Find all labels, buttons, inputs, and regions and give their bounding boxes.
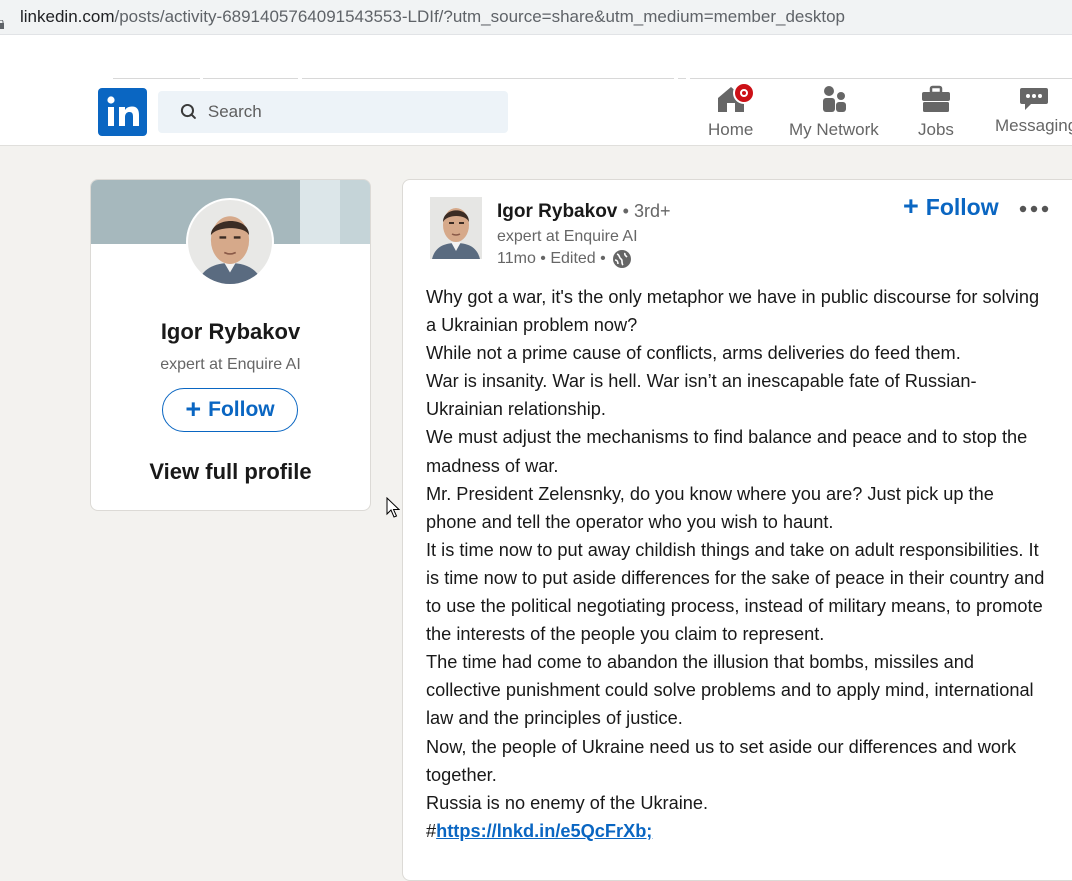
url-path: /posts/activity-6891405764091543553-LDIf… <box>114 7 846 26</box>
globe-icon <box>612 250 631 268</box>
mouse-cursor-icon <box>386 497 400 518</box>
post-link[interactable]: https://lnkd.in/e5QcFrXb; <box>436 821 652 841</box>
nav-item-label: My Network <box>789 120 879 139</box>
avatar[interactable] <box>186 198 274 286</box>
people-icon <box>818 84 850 114</box>
lock-icon <box>0 14 4 29</box>
post-meta: 11mo • Edited • <box>497 249 632 269</box>
plus-icon: + <box>903 191 919 221</box>
nav-item-label: Messaging <box>995 116 1072 135</box>
nav-item-label: Home <box>708 120 754 139</box>
follow-label: Follow <box>208 398 275 421</box>
post-paragraph: Why got a war, it's the only metaphor we… <box>426 287 1040 336</box>
post-paragraph: Now, the people of Ukraine need us to se… <box>426 736 1017 785</box>
follow-button[interactable]: + Follow <box>162 388 298 432</box>
post-link-line: #https://lnkd.in/e5QcFrXb; <box>426 817 1046 845</box>
nav-item-messaging[interactable]: Messaging <box>995 84 1072 142</box>
author-headline: expert at Enquire AI <box>497 228 638 245</box>
linkedin-logo-icon[interactable] <box>98 88 147 136</box>
link-prefix: # <box>426 820 437 841</box>
post-paragraph: War is insanity. War is hell. War isn’t … <box>426 371 977 420</box>
post-text: Why got a war, it's the only metaphor we… <box>426 283 1046 845</box>
follow-label: Follow <box>925 194 999 220</box>
profile-name[interactable]: Igor Rybakov <box>91 319 370 345</box>
post-timestamp: 11mo • Edited • <box>497 250 606 267</box>
nav-item-label: Jobs <box>918 120 954 139</box>
post-paragraph: The time had come to abandon the illusio… <box>426 652 1034 729</box>
plus-icon: + <box>185 393 202 424</box>
connection-degree: • 3rd+ <box>622 201 671 221</box>
home-icon <box>715 82 755 114</box>
url-domain: linkedin.com <box>20 7 115 26</box>
nav-item-my-network[interactable]: My Network <box>789 84 879 142</box>
author-name-line[interactable]: Igor Rybakov • 3rd+ <box>497 201 671 223</box>
search-input[interactable] <box>205 101 508 123</box>
profile-headline: expert at Enquire AI <box>160 356 301 373</box>
profile-card: Igor Rybakov expert at Enquire AI + Foll… <box>90 179 371 511</box>
post-paragraph: We must adjust the mechanisms to find ba… <box>426 427 1028 476</box>
post-paragraph: Russia is no enemy of the Ukraine. <box>426 792 709 813</box>
chat-icon <box>1019 84 1051 114</box>
author-avatar[interactable] <box>430 197 482 259</box>
nav-item-jobs[interactable]: Jobs <box>918 84 954 142</box>
post-paragraph: It is time now to put away childish thin… <box>426 539 1045 645</box>
nav-item-home[interactable]: Home <box>708 82 755 142</box>
search-box[interactable] <box>158 91 508 133</box>
page-top-strip <box>0 35 1072 79</box>
notification-badge <box>732 82 755 104</box>
search-icon <box>180 103 196 119</box>
more-options-icon[interactable] <box>1019 205 1053 215</box>
follow-author-button[interactable]: + Follow <box>903 191 999 221</box>
post-card: Igor Rybakov • 3rd+ expert at Enquire AI… <box>402 179 1072 881</box>
post-paragraph: While not a prime cause of conflicts, ar… <box>426 343 961 364</box>
briefcase-icon <box>920 84 952 114</box>
browser-url-bar[interactable]: linkedin.com/posts/activity-689140576409… <box>0 0 1072 35</box>
author-name[interactable]: Igor Rybakov <box>497 201 617 222</box>
post-paragraph: Mr. President Zelensnky, do you know whe… <box>426 483 994 532</box>
view-full-profile-link[interactable]: View full profile <box>91 459 370 485</box>
